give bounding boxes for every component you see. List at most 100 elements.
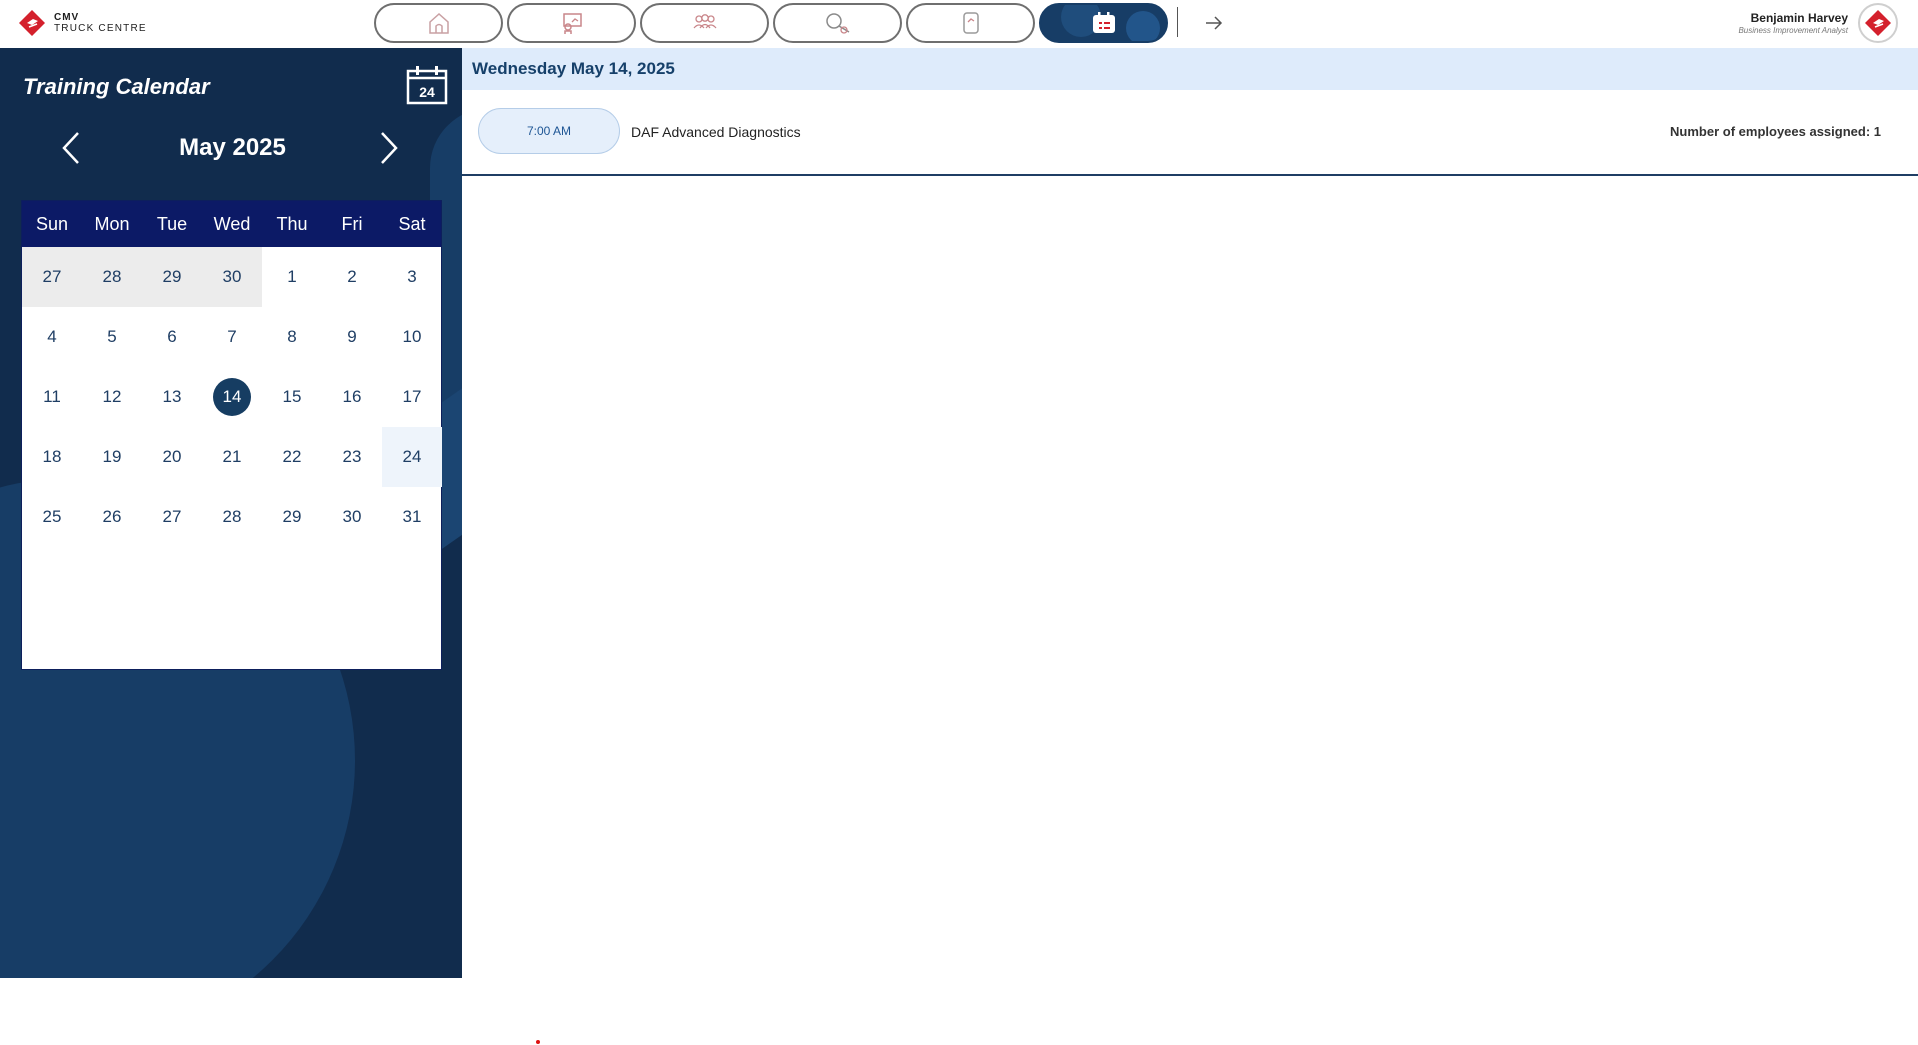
nav-tab-search[interactable]	[773, 3, 902, 43]
calendar-day[interactable]: 6	[142, 307, 202, 367]
cursor-dot	[536, 1040, 540, 1044]
day-number: 31	[402, 507, 422, 526]
calendar-day[interactable]: 29	[142, 247, 202, 307]
calendar-day-selected[interactable]: 14	[202, 367, 262, 427]
day-number: 11	[43, 387, 61, 406]
calendar-icon	[1092, 12, 1115, 33]
day-number: 15	[282, 387, 302, 406]
calendar-day[interactable]: 2	[322, 247, 382, 307]
calendar-day[interactable]: 4	[22, 307, 82, 367]
nav-tab-people[interactable]	[640, 3, 769, 43]
nav-tab-training[interactable]	[507, 3, 636, 43]
calendar-day[interactable]: 15	[262, 367, 322, 427]
calendar-day[interactable]: 1	[262, 247, 322, 307]
day-number: 19	[102, 447, 122, 466]
calendar-day[interactable]: 29	[262, 487, 322, 547]
day-number: 4	[47, 327, 57, 346]
day-number: 27	[162, 507, 182, 526]
people-icon	[693, 14, 716, 29]
arrow-right-icon	[1206, 16, 1223, 30]
nav-tab-home[interactable]	[374, 3, 503, 43]
day-number: 25	[42, 507, 62, 526]
user-profile[interactable]: Benjamin Harvey Business Improvement Ana…	[1738, 3, 1898, 43]
day-number: 2	[347, 267, 357, 286]
day-number: 13	[162, 387, 182, 406]
next-month-button[interactable]	[374, 128, 404, 168]
day-number: 6	[167, 327, 177, 346]
day-number: 24	[402, 447, 422, 466]
month-label: May 2025	[179, 134, 286, 161]
schedule-panel: Wednesday May 14, 2025 7:00 AM DAF Advan…	[462, 48, 1918, 176]
calendar-day[interactable]: 27	[22, 247, 82, 307]
day-grid: 27 28 29 30 1 2 3 4 5 6 7 8 9 10 11 12 13 14 15 16 17 18 19 20 2…	[22, 247, 442, 547]
calendar-day[interactable]: 20	[142, 427, 202, 487]
panel-title: Training Calendar	[23, 74, 210, 99]
calendar-day[interactable]: 27	[142, 487, 202, 547]
avatar[interactable]	[1858, 3, 1898, 43]
day-number: 7	[227, 327, 237, 346]
calendar-day[interactable]: 21	[202, 427, 262, 487]
weekday-label: Sun	[35, 214, 69, 234]
calendar-day[interactable]: 17	[382, 367, 442, 427]
event-time-button[interactable]: 7:00 AM	[478, 108, 620, 154]
calendar-day[interactable]: 5	[82, 307, 142, 367]
day-number: 17	[402, 387, 422, 406]
chevron-right-icon	[381, 132, 398, 164]
calendar-icon-day: 24	[419, 84, 435, 100]
calendar-day[interactable]: 25	[22, 487, 82, 547]
cmv-logo-icon	[1865, 10, 1891, 36]
calendar-day[interactable]: 23	[322, 427, 382, 487]
day-number: 16	[342, 387, 362, 406]
selected-date-header: Wednesday May 14, 2025	[462, 48, 1918, 90]
day-number: 1	[287, 267, 297, 286]
weekday-label: Thu	[276, 214, 308, 234]
calendar-day[interactable]: 30	[322, 487, 382, 547]
day-number: 20	[162, 447, 182, 466]
user-role: Business Improvement Analyst	[1738, 26, 1848, 35]
today-calendar-icon[interactable]: 24	[406, 65, 448, 105]
calendar-day[interactable]: 19	[82, 427, 142, 487]
day-number: 26	[102, 507, 122, 526]
day-number: 5	[107, 327, 117, 346]
event-row[interactable]: 7:00 AM DAF Advanced Diagnostics Number …	[462, 90, 1918, 176]
day-number: 29	[282, 507, 302, 526]
calendar-day[interactable]: 13	[142, 367, 202, 427]
calendar-day[interactable]: 16	[322, 367, 382, 427]
calendar-day[interactable]: 18	[22, 427, 82, 487]
calendar-day[interactable]: 31	[382, 487, 442, 547]
previous-month-button[interactable]	[56, 128, 86, 168]
day-number: 9	[347, 327, 357, 346]
calendar-day[interactable]: 28	[202, 487, 262, 547]
calendar-day[interactable]: 10	[382, 307, 442, 367]
exit-button[interactable]	[1200, 12, 1228, 34]
weekday-label: Mon	[94, 214, 130, 234]
calendar-day[interactable]: 3	[382, 247, 442, 307]
calendar-day[interactable]: 26	[82, 487, 142, 547]
day-number: 30	[222, 267, 242, 286]
calendar-day[interactable]: 22	[262, 427, 322, 487]
calendar-day[interactable]: 24	[382, 427, 442, 487]
calendar-day[interactable]: 28	[82, 247, 142, 307]
nav-tab-calendar[interactable]	[1039, 3, 1168, 43]
weekday-header: Sun Mon Tue Wed Thu Fri Sat	[22, 201, 441, 247]
day-number: 27	[42, 267, 62, 286]
day-number: 30	[342, 507, 362, 526]
nav-tab-reports[interactable]	[906, 3, 1035, 43]
day-number: 23	[342, 447, 362, 466]
presentation-icon	[562, 13, 582, 34]
weekday-label: Sat	[398, 214, 426, 234]
calendar-day[interactable]: 11	[22, 367, 82, 427]
nav-divider	[1177, 7, 1178, 37]
training-calendar-panel: Training Calendar 24 May 2025 Sun Mon Tue W…	[0, 48, 462, 978]
weekday-label: Tue	[156, 214, 188, 234]
calendar-day[interactable]: 7	[202, 307, 262, 367]
report-icon	[962, 12, 979, 34]
calendar-day[interactable]: 8	[262, 307, 322, 367]
weekday-label: Fri	[341, 214, 363, 234]
calendar-day[interactable]: 30	[202, 247, 262, 307]
calendar-day[interactable]: 9	[322, 307, 382, 367]
calendar-day[interactable]: 12	[82, 367, 142, 427]
user-name: Benjamin Harvey	[1750, 11, 1848, 25]
day-number: 28	[222, 507, 242, 526]
company-logo[interactable]: CMV TRUCK CENTRE	[18, 9, 147, 37]
